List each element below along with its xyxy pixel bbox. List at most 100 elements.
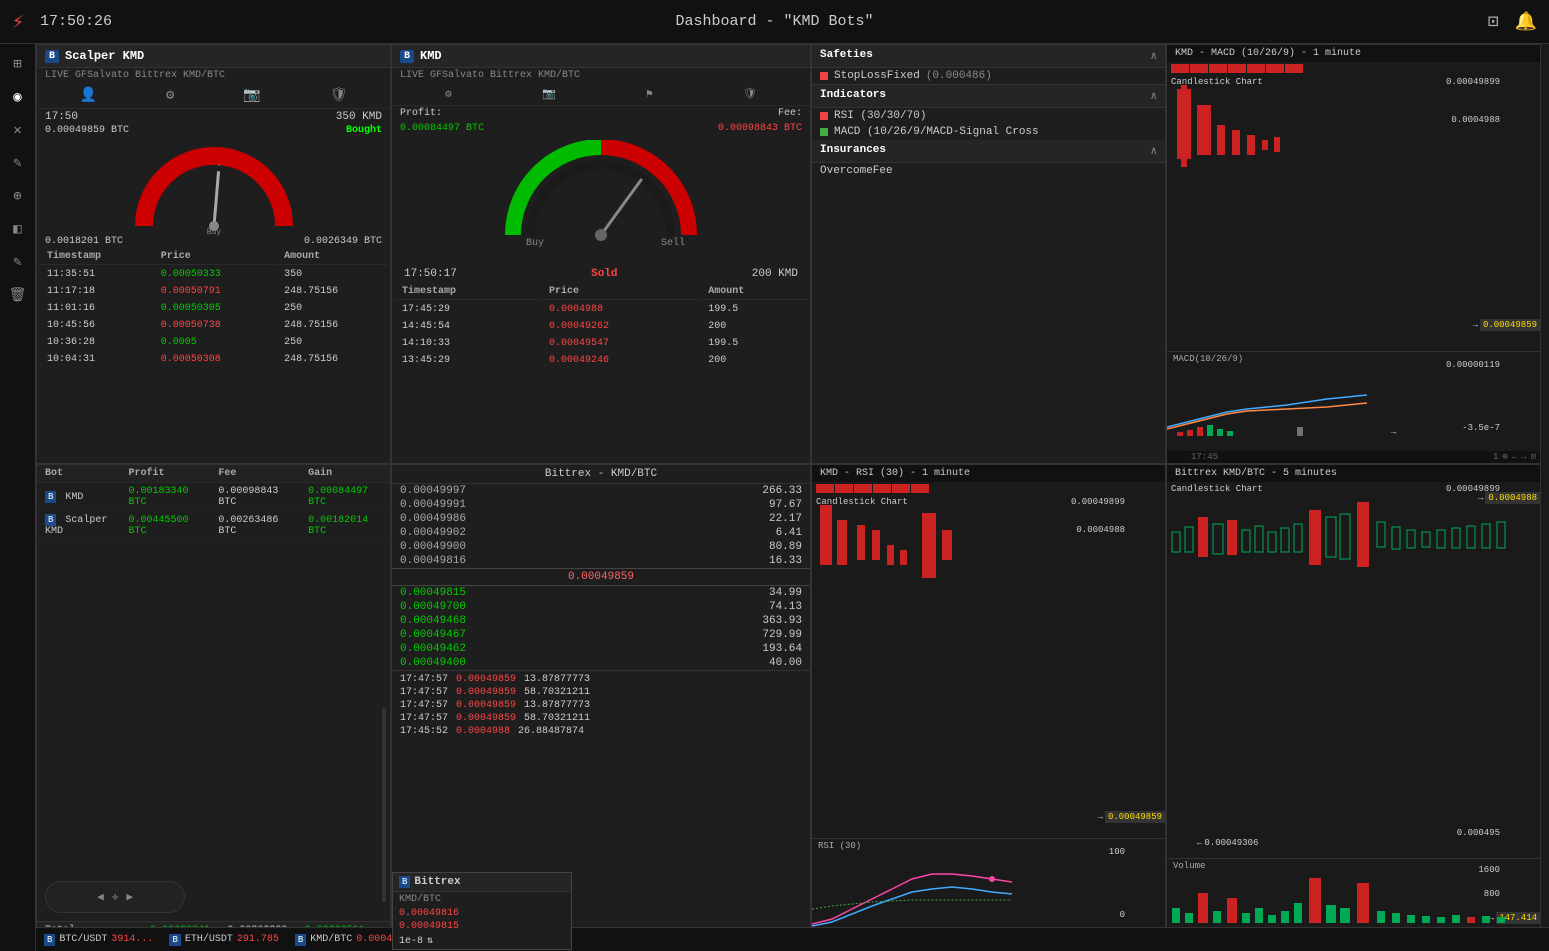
- summary-table: Bot Profit Fee Gain B KMD 0.00183340 BTC…: [37, 465, 390, 541]
- nav-fit[interactable]: ⊡: [1531, 452, 1536, 462]
- macd-line-svg: [1167, 367, 1540, 447]
- ind-macd-label: MACD (10/26/9/MACD-Signal Cross: [834, 126, 1039, 138]
- macd-candle-area: Candlestick Chart 0.00049899 0.0004988 →…: [1167, 75, 1540, 351]
- row-badge: B: [45, 491, 56, 503]
- notification-icon[interactable]: 🔔: [1515, 11, 1537, 33]
- sidebar-icon-add[interactable]: ⊕: [9, 184, 25, 209]
- kmd-trade-amount: 200 KMD: [752, 268, 798, 280]
- ob-ask: 0.000499026.41: [392, 526, 810, 540]
- ask-price: 0.00049900: [400, 541, 466, 553]
- sidebar-icon-delete[interactable]: 🗑: [5, 283, 31, 308]
- safeties-header: Safeties ∧: [812, 45, 1165, 68]
- scalper-icons-row: 👤 ⚙ 📷 🛡: [37, 83, 390, 109]
- ob-bid: 0.0004940040.00: [392, 656, 810, 670]
- status-btcusdt: B BTC/USDT 3914...: [44, 934, 153, 946]
- ind-rsi-label: RSI (30/30/70): [834, 110, 926, 122]
- recent-trade-item: 17:47:570.0004985958.70321211: [392, 712, 810, 725]
- table-row: 10:04:310.00050308248.75156: [39, 352, 388, 367]
- sidebar-icon-pen[interactable]: ✎: [9, 250, 25, 275]
- ask-price: 0.00049997: [400, 485, 466, 497]
- tick-icon[interactable]: ⇅: [427, 935, 433, 947]
- macd-candles-svg: [1167, 75, 1540, 351]
- logo-icon: ⚡: [12, 9, 24, 35]
- scalper-trades-table: Timestamp Price Amount 11:35:510.0005033…: [37, 247, 390, 369]
- scalper-badge: B: [45, 50, 59, 63]
- bittrex-mini-panel: B Bittrex KMD/BTC 0.00049816 0.00049815 …: [392, 872, 572, 950]
- vertical-slider[interactable]: [382, 708, 386, 902]
- safeties-collapse[interactable]: ∧: [1150, 49, 1157, 63]
- status-label-btc: BTC/USDT: [59, 934, 107, 945]
- sidebar-icon-edit[interactable]: ✎: [9, 151, 25, 176]
- indicator-macd: MACD (10/26/9/MACD-Signal Cross: [812, 124, 1165, 140]
- table-row: B KMD 0.00183340 BTC 0.00098843 BTC 0.00…: [37, 483, 390, 512]
- ob-bid: 0.00049467729.99: [392, 628, 810, 642]
- ind-dot-red: [820, 112, 828, 120]
- safety-item-stoploss: StopLossFixed (0.000486): [812, 68, 1165, 84]
- red-bar: [1285, 64, 1303, 73]
- ask-price: 0.00049986: [400, 513, 466, 525]
- recent-trade-item: 17:45:520.000498826.88487874: [392, 725, 810, 738]
- macd-title-text: KMD - MACD (10/26/9) - 1 minute: [1175, 48, 1361, 59]
- macd-chart-title: KMD - MACD (10/26/9) - 1 minute: [1167, 45, 1540, 62]
- bid-price: 0.00049400: [400, 657, 466, 669]
- scalper-high: 0.0026349 BTC: [304, 236, 382, 247]
- nav-left[interactable]: ←: [1512, 452, 1517, 462]
- ob-ask: 0.0004999197.67: [392, 498, 810, 512]
- user-icon[interactable]: 👤: [79, 87, 96, 104]
- nav-left-btn[interactable]: ◀: [97, 890, 104, 904]
- safeties-title: Safeties: [820, 49, 873, 63]
- sidebar-icon-home[interactable]: ⊞: [9, 52, 25, 77]
- sidebar-icon-close[interactable]: ✕: [9, 118, 25, 143]
- rsi-chart-title: KMD - RSI (30) - 1 minute: [812, 465, 1165, 482]
- statusbar: B BTC/USDT 3914... B ETH/USDT 291.785 B …: [36, 927, 1549, 951]
- kmd-header: B KMD: [392, 45, 810, 68]
- bittrex-badge: B: [399, 876, 410, 888]
- camera-icon[interactable]: 📷: [243, 87, 260, 104]
- insurances-collapse[interactable]: ∧: [1150, 144, 1157, 158]
- red-bar: [911, 484, 929, 493]
- table-row: 14:10:330.00049547199.5: [394, 336, 808, 351]
- table-row: 17:45:290.0004988199.5: [394, 302, 808, 317]
- tick-label: 1e-8: [399, 936, 423, 947]
- nav-right-btn[interactable]: ▶: [126, 890, 133, 904]
- nav-center-btn[interactable]: ✛: [112, 890, 119, 904]
- bigchart-title-text: Bittrex KMD/BTC - 5 minutes: [1175, 468, 1337, 479]
- indicators-collapse[interactable]: ∧: [1150, 89, 1157, 103]
- kmd-panel: B KMD LIVE GFSalvato Bittrex KMD/BTC ⚙ 📷…: [391, 44, 811, 464]
- bid-price: 0.00049700: [400, 601, 466, 613]
- rsi-subpanel: RSI (30) 100 0: [812, 838, 1165, 938]
- kmd-icon-flag[interactable]: ⚑: [646, 87, 653, 101]
- red-bar: [1209, 64, 1227, 73]
- macd-red-bars: [1167, 62, 1540, 75]
- kmd-profit-row: Profit: Fee:: [392, 106, 810, 121]
- red-bar: [1247, 64, 1265, 73]
- table-row: B Scalper KMD 0.00445500 BTC 0.00263486 …: [37, 512, 390, 541]
- bittrex-name: Bittrex: [414, 876, 460, 888]
- scalper-price: 0.00049859 BTC: [45, 125, 129, 136]
- kmd-icon-gear[interactable]: ⚙: [445, 87, 452, 101]
- kmd-badge: B: [400, 50, 414, 63]
- status-label-eth: ETH/USDT: [185, 934, 233, 945]
- zoom-icon[interactable]: ⊕: [1502, 452, 1507, 462]
- scalper-info-row: 17:50 350 KMD: [37, 109, 390, 125]
- red-bar: [873, 484, 891, 493]
- shield-icon[interactable]: 🛡: [330, 87, 348, 104]
- scalper-low: 0.0018201 BTC: [45, 236, 123, 247]
- page-title: Dashboard - "KMD Bots": [675, 13, 873, 30]
- kmd-time: 17:50:17: [404, 268, 457, 280]
- fullscreen-icon[interactable]: ⊡: [1488, 11, 1499, 33]
- scalper-title: Scalper KMD: [65, 49, 144, 63]
- nav-right[interactable]: →: [1521, 452, 1526, 462]
- ask-price: 0.00049816: [400, 555, 466, 567]
- settings-icon[interactable]: ⚙: [166, 87, 174, 104]
- kmd-icon-shield[interactable]: 🛡: [743, 87, 757, 101]
- indicator-rsi: RSI (30/30/70): [812, 108, 1165, 124]
- sidebar-icon-dashboard[interactable]: ◉: [9, 85, 25, 110]
- kmd-icon-photo[interactable]: 📷: [542, 87, 556, 101]
- table-row: 11:01:160.00050305250: [39, 301, 388, 316]
- sidebar-icon-layout[interactable]: ◧: [9, 217, 25, 242]
- red-bar: [1266, 64, 1284, 73]
- status-badge-kmd: B: [295, 934, 306, 946]
- scalper-amount: 350 KMD: [336, 111, 382, 123]
- indicators-title: Indicators: [820, 89, 886, 103]
